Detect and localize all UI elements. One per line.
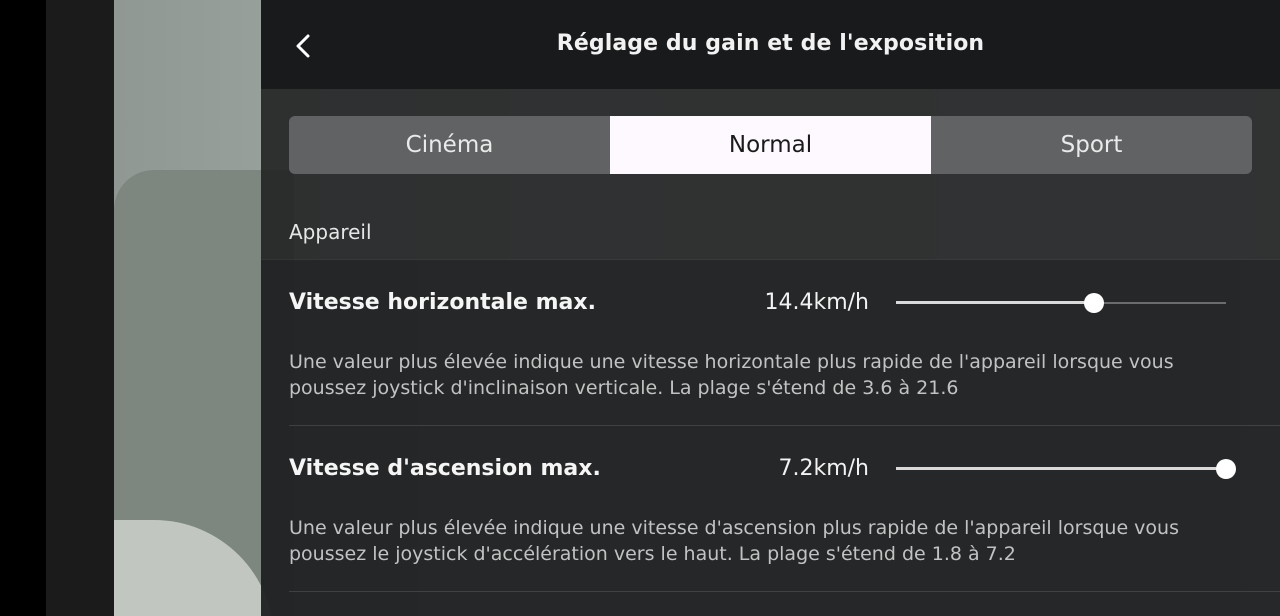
- divider: [289, 425, 1280, 426]
- page-title: Réglage du gain et de l'exposition: [556, 31, 985, 56]
- tab-sport[interactable]: Sport: [931, 116, 1252, 174]
- panel-header: Réglage du gain et de l'exposition: [261, 0, 1280, 89]
- slider-thumb[interactable]: [1216, 459, 1236, 479]
- slider-fill: [896, 467, 1226, 470]
- setting-description: Une valeur plus élevée indique une vites…: [289, 517, 1179, 565]
- divider: [289, 591, 1280, 592]
- screen-band: [46, 0, 116, 616]
- tab-cinema[interactable]: Cinéma: [289, 116, 610, 174]
- setting-label: Vitesse horizontale max.: [289, 290, 596, 315]
- slider-thumb[interactable]: [1084, 293, 1104, 313]
- setting-value: 7.2km/h: [778, 456, 869, 481]
- mode-segmented-control: Cinéma Normal Sport: [289, 116, 1252, 174]
- horizontal-speed-slider[interactable]: [896, 291, 1226, 315]
- settings-panel: Réglage du gain et de l'exposition Ciném…: [261, 0, 1280, 616]
- screen-edge: [0, 0, 46, 616]
- setting-value: 14.4km/h: [764, 290, 869, 315]
- ascent-speed-slider[interactable]: [896, 457, 1236, 481]
- section-label: Appareil: [289, 220, 372, 244]
- slider-fill: [896, 301, 1094, 304]
- tab-normal[interactable]: Normal: [610, 116, 931, 174]
- setting-label: Vitesse d'ascension max.: [289, 456, 601, 481]
- setting-description: Une valeur plus élevée indique une vites…: [289, 351, 1174, 399]
